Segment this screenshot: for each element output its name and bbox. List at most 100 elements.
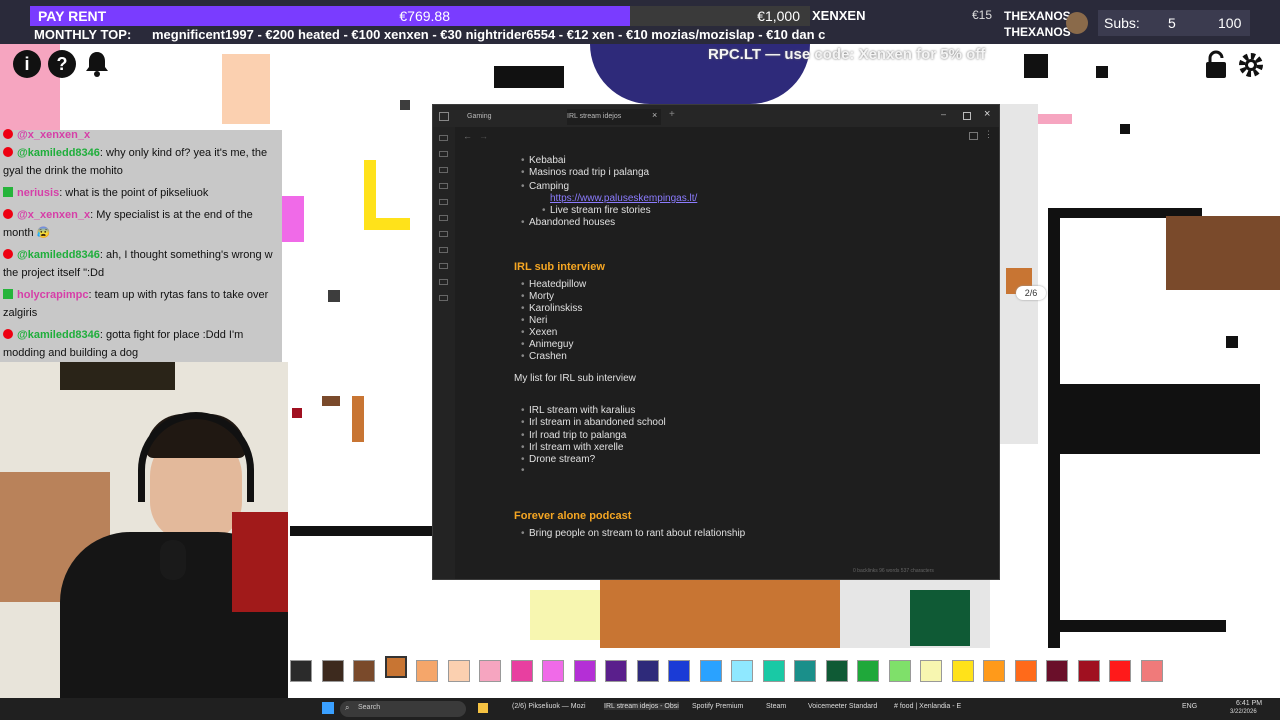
files-icon[interactable] <box>439 135 448 141</box>
taskbar-item[interactable]: Voicemeeter Standard <box>808 703 877 710</box>
pixel-art-region <box>322 396 340 406</box>
color-swatch[interactable] <box>353 660 375 682</box>
color-swatch[interactable] <box>573 660 596 682</box>
goal-target-amount: €1,000 <box>757 8 800 24</box>
subs-goal: 100 <box>1218 15 1242 31</box>
pixel-art-region <box>222 54 270 124</box>
command-icon[interactable] <box>439 231 448 237</box>
back-icon[interactable]: ← <box>463 131 472 141</box>
close-tab-icon[interactable]: × <box>652 110 657 120</box>
color-swatch[interactable] <box>605 660 627 682</box>
calendar-icon[interactable] <box>439 199 448 205</box>
taskbar: ⌕ Search (2/6) Pikseliuok — Mozi IRL str… <box>0 698 1280 720</box>
graph-icon[interactable] <box>439 167 448 173</box>
color-swatch[interactable] <box>762 660 785 682</box>
empty-bullet: • <box>521 465 525 476</box>
gear-icon[interactable] <box>1236 50 1266 80</box>
color-swatch[interactable] <box>447 660 470 682</box>
settings-icon[interactable] <box>439 295 448 301</box>
color-swatch[interactable] <box>920 660 942 682</box>
list-item: Camping <box>521 181 569 192</box>
webcam-microphone <box>160 540 186 580</box>
search-icon[interactable] <box>439 151 448 157</box>
color-swatch[interactable] <box>951 660 974 682</box>
color-swatch[interactable] <box>888 660 911 682</box>
chat-text: : what is the point of pikseliuok <box>59 187 209 199</box>
color-swatch[interactable] <box>542 660 564 682</box>
list-item: IRL stream with karalius <box>521 405 635 416</box>
chat-message: @x_xenxen_x <box>0 124 282 140</box>
chat-message: @kamiledd8346: why only kind of? yea it'… <box>0 142 282 182</box>
tab-gaming[interactable]: Gaming <box>467 109 492 125</box>
pixel-art-region <box>1226 336 1238 348</box>
color-swatch[interactable] <box>857 660 879 682</box>
task-view-icon[interactable] <box>478 703 488 713</box>
color-swatch[interactable] <box>794 660 816 682</box>
color-swatch[interactable] <box>825 660 848 682</box>
bell-icon[interactable] <box>84 50 110 78</box>
chat-username: @kamiledd8346 <box>17 329 100 341</box>
pixel-art-region <box>328 290 340 302</box>
audio-icon[interactable] <box>439 263 448 269</box>
info-icon[interactable]: i <box>13 50 41 78</box>
windows-start-icon[interactable] <box>322 702 334 714</box>
taskbar-item[interactable]: Spotify Premium <box>692 703 743 710</box>
color-swatch[interactable] <box>1077 660 1100 682</box>
pixel-art-region <box>1024 54 1048 78</box>
pixel-art-region <box>1058 620 1226 632</box>
color-swatch[interactable] <box>384 656 407 678</box>
canvas-icon[interactable] <box>439 183 448 189</box>
pixel-art-region <box>1060 384 1260 454</box>
language-indicator[interactable]: ENG <box>1182 703 1197 710</box>
new-tab-icon[interactable]: + <box>669 109 675 120</box>
taskbar-item[interactable]: IRL stream idejos - Obsi <box>604 703 679 710</box>
status-bar: 0 backlinks 96 words 537 characters <box>853 568 934 574</box>
minimize-icon[interactable]: – <box>941 109 946 119</box>
list-item: Animeguy <box>521 339 574 350</box>
youtube-icon <box>3 329 13 339</box>
help-icon[interactable] <box>439 279 448 285</box>
close-window-icon[interactable]: × <box>984 108 990 120</box>
taskbar-item[interactable]: Steam <box>766 703 786 710</box>
tab-irl-stream-idejos[interactable]: IRL stream idejos <box>567 109 661 125</box>
taskbar-item[interactable]: # food | Xenlandia - E <box>894 703 961 710</box>
color-swatch[interactable] <box>479 660 501 682</box>
avatar <box>1066 12 1088 34</box>
paragraph: My list for IRL sub interview <box>514 373 636 384</box>
color-swatch[interactable] <box>699 660 722 682</box>
notes-app-window[interactable]: Gaming IRL stream idejos × + – × ← → ⋮ K… <box>432 104 1000 580</box>
chat-username: holycrapimpc <box>17 289 89 301</box>
color-swatch[interactable] <box>1109 660 1131 682</box>
lock-icon[interactable] <box>1202 50 1230 80</box>
list-item: Morty <box>521 291 554 302</box>
pixel-art-region <box>292 408 302 418</box>
taskbar-item[interactable]: (2/6) Pikseliuok — Mozi <box>512 703 586 710</box>
color-swatch[interactable] <box>416 660 438 682</box>
color-swatch[interactable] <box>1014 660 1037 682</box>
color-swatch[interactable] <box>636 660 659 682</box>
sidebar-toggle-icon[interactable] <box>439 112 449 121</box>
reading-view-icon[interactable] <box>969 132 978 140</box>
color-swatch[interactable] <box>983 660 1005 682</box>
search-box[interactable]: ⌕ Search <box>340 701 466 717</box>
color-swatch[interactable] <box>668 660 690 682</box>
color-swatch[interactable] <box>290 660 312 682</box>
color-swatch[interactable] <box>321 660 344 682</box>
monthly-top-label: MONTHLY TOP: <box>34 27 132 42</box>
publish-icon[interactable] <box>439 247 448 253</box>
chat-message: @kamiledd8346: gotta fight for place :Dd… <box>0 324 282 364</box>
color-swatch[interactable] <box>1140 660 1163 682</box>
color-swatch[interactable] <box>731 660 753 682</box>
maximize-icon[interactable] <box>963 112 971 120</box>
help-icon[interactable]: ? <box>48 50 76 78</box>
section-heading: IRL sub interview <box>514 261 605 273</box>
template-icon[interactable] <box>439 215 448 221</box>
forward-icon[interactable]: → <box>479 131 488 141</box>
youtube-icon <box>3 147 13 157</box>
color-swatch[interactable] <box>1046 660 1068 682</box>
chat-username: @x_xenxen_x <box>17 209 91 221</box>
camping-link[interactable]: https://www.paluseskempingas.lt/ <box>550 193 697 204</box>
more-options-icon[interactable]: ⋮ <box>984 129 993 140</box>
color-swatch[interactable] <box>510 660 533 682</box>
pay-rent-goal-bar: PAY RENT €769.88 <box>30 6 630 26</box>
